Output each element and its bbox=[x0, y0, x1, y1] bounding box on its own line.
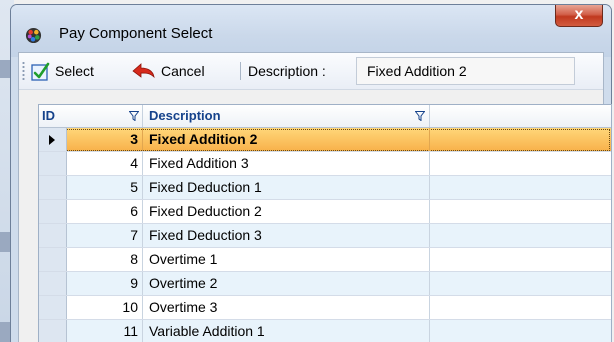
cell-description[interactable]: Overtime 1 bbox=[143, 248, 430, 271]
pay-component-grid[interactable]: ID Description 3 Fixed Addition 2 4 Fixed A… bbox=[38, 104, 612, 342]
cell-id[interactable]: 6 bbox=[67, 200, 143, 223]
cell-description[interactable]: Fixed Deduction 1 bbox=[143, 176, 430, 199]
cell-id[interactable]: 4 bbox=[67, 152, 143, 175]
select-button[interactable]: Select bbox=[31, 60, 94, 82]
title-bar[interactable]: Pay Component Select x bbox=[11, 5, 611, 57]
pay-component-select-dialog: Pay Component Select x Select Cancel Des… bbox=[10, 4, 612, 342]
toolbar-grip[interactable] bbox=[22, 61, 25, 81]
window-title: Pay Component Select bbox=[59, 25, 213, 42]
cell-id[interactable]: 7 bbox=[67, 224, 143, 247]
row-indicator[interactable] bbox=[39, 296, 67, 319]
column-header-description-label: Description bbox=[149, 108, 221, 123]
close-button[interactable]: x bbox=[555, 5, 603, 27]
cell-description[interactable]: Fixed Addition 2 bbox=[143, 128, 430, 151]
row-indicator[interactable] bbox=[39, 200, 67, 223]
table-row[interactable]: 6 Fixed Deduction 2 bbox=[39, 200, 611, 224]
cell-description[interactable]: Fixed Addition 3 bbox=[143, 152, 430, 175]
dialog-content: Select Cancel Description : ID bbox=[18, 52, 612, 342]
cancel-label: Cancel bbox=[161, 63, 205, 79]
table-row[interactable]: 5 Fixed Deduction 1 bbox=[39, 176, 611, 200]
table-row[interactable]: 3 Fixed Addition 2 bbox=[39, 128, 611, 152]
table-row[interactable]: 4 Fixed Addition 3 bbox=[39, 152, 611, 176]
cell-id[interactable]: 5 bbox=[67, 176, 143, 199]
column-header-description[interactable]: Description bbox=[143, 105, 430, 127]
cell-id[interactable]: 9 bbox=[67, 272, 143, 295]
cell-description[interactable]: Fixed Deduction 2 bbox=[143, 200, 430, 223]
cell-id[interactable]: 8 bbox=[67, 248, 143, 271]
palette-icon bbox=[25, 27, 42, 44]
row-indicator[interactable] bbox=[39, 224, 67, 247]
row-indicator[interactable] bbox=[39, 128, 67, 151]
cell-description[interactable]: Variable Addition 1 bbox=[143, 320, 430, 342]
column-header-id-filter-area[interactable] bbox=[67, 105, 143, 127]
description-input[interactable] bbox=[356, 57, 575, 85]
table-row[interactable]: 10 Overtime 3 bbox=[39, 296, 611, 320]
row-indicator[interactable] bbox=[39, 320, 67, 342]
row-indicator[interactable] bbox=[39, 272, 67, 295]
description-label: Description : bbox=[248, 63, 326, 79]
cancel-button[interactable]: Cancel bbox=[132, 60, 205, 82]
column-header-id[interactable]: ID bbox=[39, 105, 67, 127]
filter-icon[interactable] bbox=[415, 111, 425, 121]
table-row[interactable]: 8 Overtime 1 bbox=[39, 248, 611, 272]
filter-icon[interactable] bbox=[129, 111, 139, 121]
table-row[interactable]: 9 Overtime 2 bbox=[39, 272, 611, 296]
toolbar: Select Cancel Description : bbox=[19, 53, 603, 90]
cell-id[interactable]: 10 bbox=[67, 296, 143, 319]
cell-description[interactable]: Fixed Deduction 3 bbox=[143, 224, 430, 247]
checkmark-icon bbox=[31, 62, 50, 81]
row-indicator[interactable] bbox=[39, 176, 67, 199]
row-indicator[interactable] bbox=[39, 248, 67, 271]
grid-header: ID Description bbox=[39, 105, 611, 128]
select-label: Select bbox=[55, 63, 94, 79]
row-indicator[interactable] bbox=[39, 152, 67, 175]
table-row[interactable]: 11 Variable Addition 1 bbox=[39, 320, 611, 342]
current-row-arrow-icon bbox=[49, 135, 55, 145]
toolbar-separator bbox=[240, 62, 241, 80]
cell-id[interactable]: 11 bbox=[67, 320, 143, 342]
cell-id[interactable]: 3 bbox=[67, 128, 143, 151]
back-arrow-icon bbox=[132, 63, 155, 79]
table-row[interactable]: 7 Fixed Deduction 3 bbox=[39, 224, 611, 248]
cell-description[interactable]: Overtime 3 bbox=[143, 296, 430, 319]
cell-description[interactable]: Overtime 2 bbox=[143, 272, 430, 295]
